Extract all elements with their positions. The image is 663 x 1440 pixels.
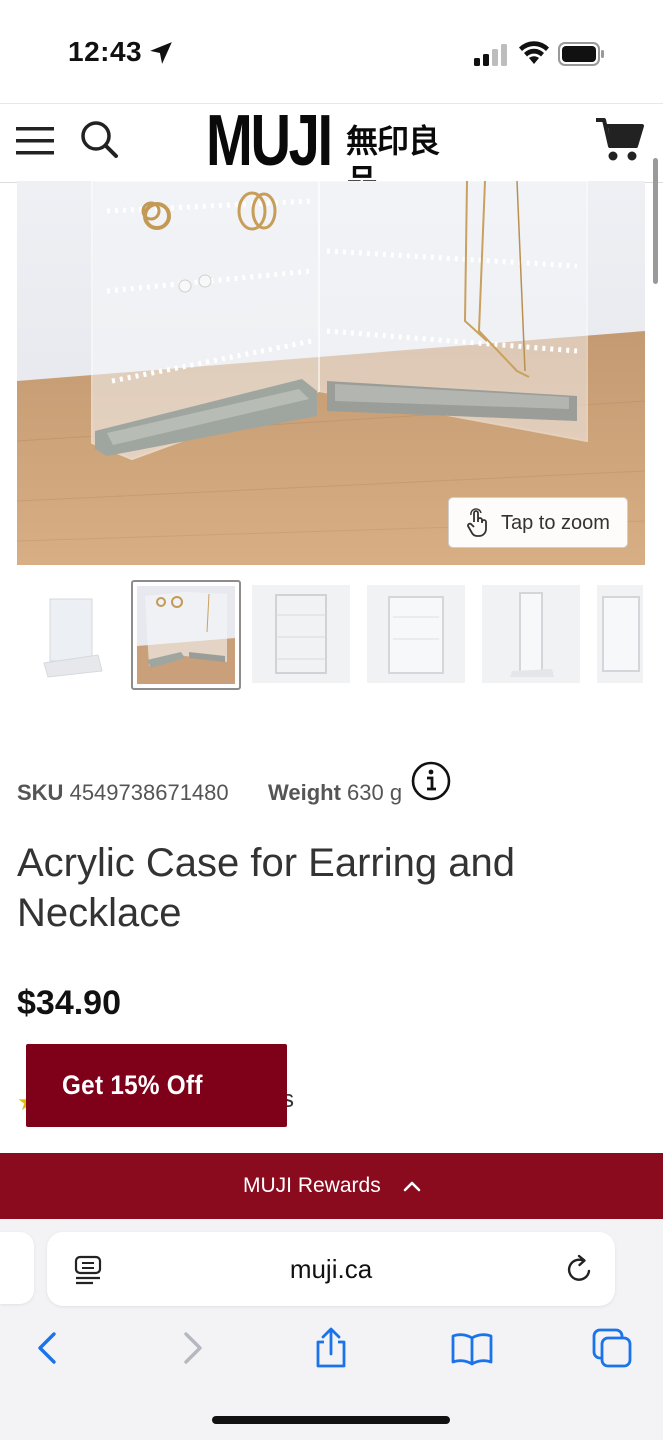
sku-value: 4549738671480 <box>69 780 229 805</box>
rewards-label: MUJI Rewards <box>243 1174 381 1197</box>
sku-line: SKU 4549738671480 <box>17 780 229 806</box>
product-thumbnail-1[interactable] <box>22 585 120 683</box>
weight-label: Weight <box>268 780 341 805</box>
cart-icon[interactable] <box>594 116 644 164</box>
url-text[interactable]: muji.ca <box>47 1254 615 1285</box>
home-indicator <box>212 1416 450 1424</box>
page-scrollbar[interactable] <box>653 158 658 284</box>
muji-logo[interactable]: MUJI 無印良品 <box>206 101 458 200</box>
share-icon[interactable] <box>309 1326 353 1370</box>
product-thumbnail-6[interactable] <box>597 585 643 683</box>
previous-tab-peek[interactable] <box>0 1232 34 1304</box>
tap-to-zoom-button[interactable]: Tap to zoom <box>448 497 628 548</box>
wifi-icon <box>519 41 549 64</box>
info-icon[interactable] <box>410 760 452 802</box>
tabs-icon[interactable] <box>590 1326 634 1370</box>
address-bar[interactable]: muji.ca <box>47 1232 615 1306</box>
back-arrow-icon[interactable] <box>26 1326 70 1370</box>
product-thumbnail-4[interactable] <box>367 585 465 683</box>
sku-label: SKU <box>17 780 64 805</box>
cellular-signal-icon <box>474 44 507 66</box>
product-thumbnail-3[interactable] <box>252 585 350 683</box>
product-price: $34.90 <box>17 984 121 1022</box>
tap-hand-icon <box>467 508 487 537</box>
product-thumbnail-2[interactable] <box>137 586 235 684</box>
search-icon[interactable] <box>78 118 120 160</box>
logo-latin-text: MUJI <box>206 101 333 181</box>
bookmarks-icon[interactable] <box>450 1326 494 1370</box>
weight-line: Weight 630 g <box>268 780 402 806</box>
tap-to-zoom-label: Tap to zoom <box>501 512 610 534</box>
location-arrow-icon <box>150 42 172 64</box>
status-time: 12:43 <box>68 36 143 67</box>
reload-icon[interactable] <box>565 1253 595 1285</box>
get-discount-label: Get 15% Off <box>62 1070 203 1100</box>
product-thumbnail-5[interactable] <box>482 585 580 683</box>
battery-icon <box>558 42 604 66</box>
weight-value: 630 g <box>347 780 403 805</box>
muji-rewards-bar[interactable]: MUJI Rewards <box>0 1153 663 1219</box>
product-title: Acrylic Case for Earring and Necklace <box>17 841 515 935</box>
hamburger-menu-icon[interactable] <box>16 123 54 159</box>
forward-arrow-icon[interactable] <box>170 1326 214 1370</box>
get-discount-button[interactable]: Get 15% Off <box>26 1044 287 1127</box>
chevron-up-icon <box>403 1181 421 1192</box>
